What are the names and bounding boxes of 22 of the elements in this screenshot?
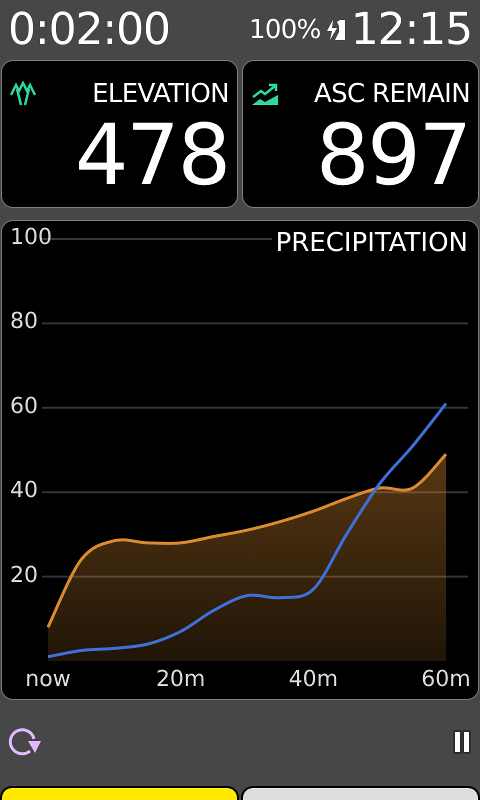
field-label: ASC REMAIN [314, 81, 470, 107]
field-label: ELEVATION [92, 81, 229, 107]
axis-tick-label: 100 [10, 227, 52, 249]
charging-battery-icon [324, 18, 347, 42]
page-tab[interactable] [0, 786, 239, 800]
axis-tick-label: 40m [288, 669, 338, 691]
axis-tick-label: 60m [421, 669, 471, 691]
refresh-arrow-icon[interactable] [8, 727, 42, 757]
field-value: 897 [316, 113, 470, 197]
field-value: 478 [74, 113, 229, 197]
axis-tick-label: now [25, 669, 71, 691]
clock-time: 12:15 [350, 8, 472, 52]
elapsed-time: 0:02:00 [8, 8, 170, 52]
axis-tick-label: 60 [10, 396, 38, 418]
axis-tick-label: 20m [156, 669, 206, 691]
ascent-graph-icon [251, 81, 279, 107]
axis-tick-label: 80 [10, 311, 38, 334]
page-tab[interactable] [241, 786, 480, 800]
axis-tick-label: 20 [10, 564, 38, 587]
axis-tick-label: 40 [10, 480, 38, 502]
battery-percent: 100% [248, 17, 321, 43]
pause-icon[interactable] [452, 729, 472, 755]
